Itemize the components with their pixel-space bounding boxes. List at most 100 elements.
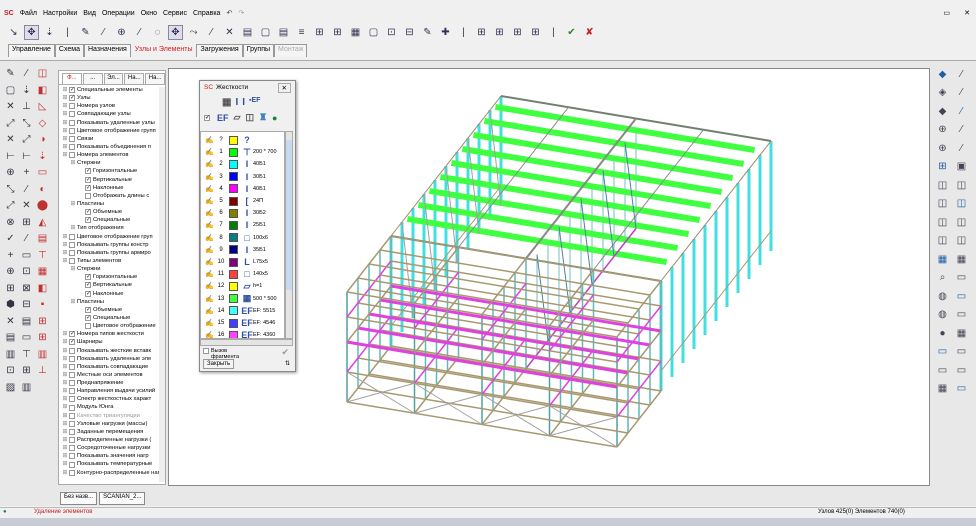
tree-checkbox[interactable] (69, 249, 75, 256)
tree-item[interactable]: ⊞ Модуль Юнга (62, 403, 165, 411)
left-tool-icon-29[interactable]: ◭ (35, 215, 50, 231)
tree-checkbox[interactable] (69, 437, 75, 444)
right-tool-icon-3[interactable]: ⁄ (953, 85, 970, 102)
tree-checkbox[interactable] (69, 420, 75, 427)
plate-icon[interactable]: ▦ (222, 97, 231, 108)
tree-item[interactable]: ⊞ Цветовое отображение груп (62, 233, 165, 241)
expand-icon[interactable]: ⊞ (70, 298, 76, 306)
tree-checkbox[interactable] (69, 412, 75, 419)
left-tool-icon-54[interactable]: ⊡ (3, 363, 18, 379)
tree-checkbox[interactable]: ✓ (85, 274, 91, 281)
left-tool-icon-50[interactable]: ⊞ (35, 330, 50, 346)
expand-icon[interactable]: ⊞ (62, 143, 68, 151)
tab-5[interactable]: Группы (242, 44, 275, 57)
right-tool-icon-10[interactable]: ⊞ (934, 159, 951, 176)
left-tool-icon-25[interactable]: ✕ (19, 198, 34, 214)
tree-item[interactable]: ✓ Горизонтальные (62, 273, 165, 281)
tree-checkbox[interactable] (69, 258, 75, 265)
left-tool-icon-3[interactable]: ▢ (3, 83, 18, 99)
fragment-checkbox[interactable] (203, 348, 209, 354)
expand-icon[interactable]: ⊞ (62, 452, 68, 460)
tree-item[interactable]: ⊞ Узловые нагрузки (массы) (62, 420, 165, 428)
right-tool-icon-32[interactable]: ▭ (934, 362, 951, 379)
list-vscrollbar[interactable] (285, 131, 293, 339)
tree-item[interactable]: ⊞ Местные оси элементов (62, 371, 165, 379)
tree-checkbox[interactable] (69, 396, 75, 403)
expand-icon[interactable]: ⊞ (62, 347, 68, 355)
stiffness-row[interactable]: ✍ 5 [24П (205, 195, 283, 207)
edit-marker-icon[interactable]: ✍ (205, 295, 214, 303)
tree-item[interactable]: ✓ Вертикальные (62, 176, 165, 184)
stiffness-row[interactable]: ✍ 9 I 35Б1 (205, 244, 283, 256)
expand-icon[interactable]: ⊞ (62, 379, 68, 387)
tree-checkbox[interactable] (69, 144, 75, 151)
left-tool-icon-14[interactable]: ◑ (35, 132, 50, 148)
color-swatch[interactable] (229, 318, 238, 328)
ibeam-icon[interactable]: I (242, 97, 245, 108)
tree-checkbox[interactable]: ✓ (69, 87, 75, 94)
left-tool-icon-44[interactable]: ▪ (35, 297, 50, 313)
expand-icon[interactable]: ⊞ (70, 224, 76, 232)
toolbar-tool-icon-25[interactable]: | (456, 25, 471, 40)
left-tool-icon-17[interactable]: ⇣ (35, 149, 50, 165)
left-tool-icon-24[interactable]: ⤢ (3, 198, 18, 214)
document-tab-0[interactable]: Без назв... (60, 492, 98, 505)
tree-item[interactable]: ⊞ Сосредоточенные нагрузки (62, 444, 165, 452)
filter-tab-3[interactable]: На... (124, 73, 145, 84)
ibeam-outline-icon[interactable]: I (235, 97, 238, 108)
stiffness-row[interactable]: ✍ 11 □ 140x5 (205, 268, 283, 280)
tree-item[interactable]: ✓ Специальные (62, 216, 165, 224)
left-tool-icon-2[interactable]: ◫ (35, 66, 50, 82)
expand-icon[interactable]: ⊞ (70, 159, 76, 167)
color-swatch[interactable] (229, 269, 238, 279)
stiffness-row[interactable]: ✍ 3 I 30Б1 (205, 171, 283, 183)
right-tool-icon-22[interactable]: ⌕ (934, 270, 951, 287)
left-tool-icon-26[interactable]: ⬤ (35, 198, 50, 214)
tree-item[interactable]: ✓ Вертикальные (62, 281, 165, 289)
edit-marker-icon[interactable]: ✍ (205, 160, 214, 168)
toolbar-tool-icon-3[interactable]: | (60, 25, 75, 40)
left-tool-icon-34[interactable]: ▭ (19, 248, 34, 264)
edit-marker-icon[interactable]: ✍ (205, 331, 214, 338)
left-tool-icon-16[interactable]: ⊢ (19, 149, 34, 165)
tree-item[interactable]: ⊞ Заданные перемещения (62, 428, 165, 436)
tree-item[interactable]: ✓ Наклонные (62, 290, 165, 298)
right-tool-icon-1[interactable]: ⁄ (953, 66, 970, 83)
edit-marker-icon[interactable]: ✍ (205, 246, 214, 254)
tree-checkbox[interactable]: ✓ (69, 95, 75, 102)
tree-checkbox[interactable] (69, 127, 75, 134)
tree-checkbox[interactable] (69, 233, 75, 240)
left-tool-icon-15[interactable]: ⊢ (3, 149, 18, 165)
expand-icon[interactable]: ⊞ (62, 249, 68, 257)
left-tool-icon-55[interactable]: ⊞ (19, 363, 34, 379)
tab-3[interactable]: Узлы и Элементы (130, 44, 197, 57)
tree-item[interactable]: ⊞ Тип отображения (62, 224, 165, 232)
right-tool-icon-18[interactable]: ◫ (934, 233, 951, 250)
tree-item[interactable]: ⊞ Спектр жесткостных характ (62, 395, 165, 403)
color-swatch[interactable] (229, 196, 238, 206)
tree-item[interactable]: ⊞ Стержни (62, 159, 165, 167)
left-tool-icon-27[interactable]: ⊗ (3, 215, 18, 231)
tree-item[interactable]: ⊞ Показывать группы армиро (62, 249, 165, 257)
tree-checkbox[interactable] (69, 404, 75, 411)
color-swatch[interactable] (229, 184, 238, 194)
toolbar-tool-icon-14[interactable]: ▢ (258, 25, 273, 40)
ef-section-icon[interactable]: ▪EF (249, 97, 260, 108)
toolbar-tool-icon-8[interactable]: ◌ (150, 25, 165, 40)
apply-button[interactable]: ✔ (564, 25, 579, 40)
left-tool-icon-52[interactable]: ⊤ (19, 347, 34, 363)
tree-checkbox[interactable] (69, 111, 75, 118)
toolbar-tool-icon-5[interactable]: ⁄ (96, 25, 111, 40)
toolbar-tool-icon-22[interactable]: ⊟ (402, 25, 417, 40)
tree-item[interactable]: ⊞ Пластины (62, 200, 165, 208)
list-hscrollbar[interactable] (200, 339, 293, 346)
apply-check-icon[interactable]: ✔ (281, 347, 289, 358)
tree-checkbox[interactable] (85, 192, 91, 199)
tab-2[interactable]: Назначения (84, 44, 131, 57)
tree-item[interactable]: ⊞ Контурно-распределенные нагр (62, 469, 165, 477)
expand-icon[interactable]: ⊞ (62, 403, 68, 411)
toolbar-tool-icon-0[interactable]: ↘ (6, 25, 21, 40)
tree-checkbox[interactable] (69, 388, 75, 395)
expand-icon[interactable]: ⊞ (62, 420, 68, 428)
stiffness-row[interactable]: ✍ 14 EF EF: 5515 (205, 305, 283, 317)
